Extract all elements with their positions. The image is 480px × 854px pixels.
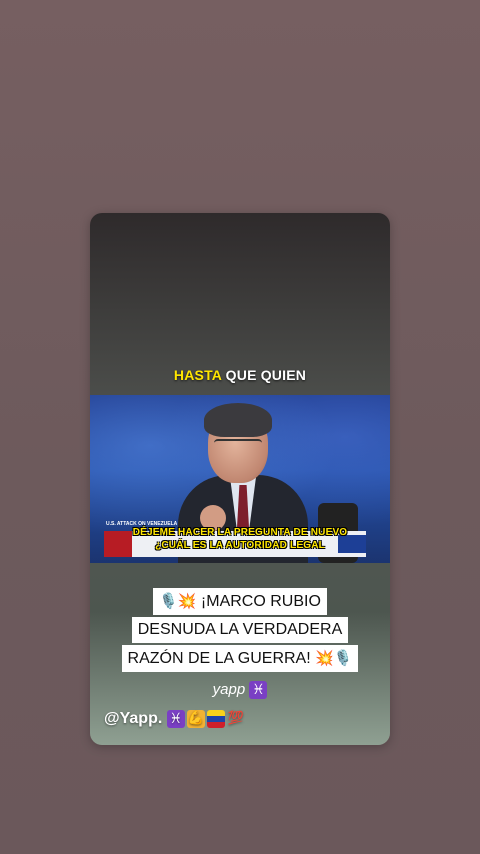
anchor-glasses	[214, 439, 262, 453]
yapp-tag[interactable]: yapp ♓	[90, 681, 390, 700]
explosion-icon: 💥🎙️	[315, 649, 353, 667]
flexed-bicep-icon: 💪	[186, 710, 205, 728]
anchor-hair	[204, 403, 272, 437]
venezuela-flag-icon	[206, 710, 225, 728]
story-card[interactable]: HASTA QUE QUIEN U.S. ATTACK ON VENEZUELA…	[90, 213, 390, 745]
microphone-icon: 🎙️💥	[159, 592, 197, 610]
caption-rest: QUE QUIEN	[221, 367, 307, 383]
video-caption: HASTA QUE QUIEN	[90, 367, 390, 383]
caption-highlight: HASTA	[173, 367, 222, 383]
story-title: 🎙️💥 ¡MARCO RUBIO DESNUDA LA VERDADERA RA…	[90, 587, 390, 673]
yapp-text: yapp	[212, 681, 246, 698]
handle-text: @Yapp.	[104, 710, 163, 728]
video-frame[interactable]: U.S. ATTACK ON VENEZUELA DÉJEME HACER LA…	[90, 395, 390, 563]
video-subtitle-line2: ¿CUÁL ES LA AUTORIDAD LEGAL	[155, 540, 325, 551]
title-text-3: RAZÓN DE LA GUERRA!	[127, 650, 311, 667]
title-text-1: ¡MARCO RUBIO	[200, 593, 321, 610]
user-handle[interactable]: @Yapp. ♓ 💪 💯	[104, 710, 245, 728]
hundred-points-icon: 💯	[227, 711, 244, 726]
pisces-icon: ♓	[249, 681, 268, 700]
pisces-icon: ♓	[166, 710, 185, 728]
title-line-2: DESNUDA LA VERDADERA	[131, 617, 349, 643]
video-subtitle-line1: DÉJEME HACER LA PREGUNTA DE NUEVO	[132, 527, 348, 538]
title-line-3: RAZÓN DE LA GUERRA! 💥🎙️	[121, 645, 359, 672]
title-line-1: 🎙️💥 ¡MARCO RUBIO	[153, 588, 327, 615]
title-text-2: DESNUDA LA VERDADERA	[137, 621, 343, 638]
